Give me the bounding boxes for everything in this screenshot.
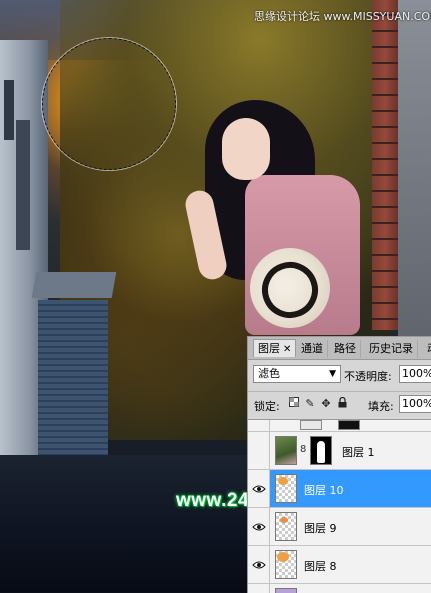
chevron-down-icon: ▼: [329, 369, 336, 379]
garage-door: [38, 300, 108, 460]
layer-visibility-toggle[interactable]: [248, 432, 270, 469]
close-icon[interactable]: ✕: [283, 344, 291, 355]
opacity-label: 不透明度:: [344, 370, 392, 383]
building-window: [4, 80, 14, 140]
watermark-top: 思缘设计论坛 www.MISSYUAN.COM: [254, 10, 431, 23]
panel-tabs: 图层✕ 通道 路径 历史记录 动: [248, 337, 431, 360]
link-icon[interactable]: 8: [300, 444, 306, 455]
mask-silhouette: [317, 441, 325, 463]
layer-thumbnail: [300, 420, 322, 430]
layer-thumbnail: [275, 474, 297, 503]
fill-input[interactable]: 100%: [399, 395, 431, 413]
layer-row[interactable]: 图层 9: [248, 508, 431, 546]
tab-channels[interactable]: 通道: [297, 340, 328, 358]
thumbnail-content: [277, 552, 289, 562]
thumbnail-content: [278, 477, 288, 485]
layer-row[interactable]: 图层 8: [248, 546, 431, 584]
girl-face: [222, 118, 270, 180]
layer-thumbnail: [275, 550, 297, 579]
side-wall: [398, 0, 431, 340]
lock-label: 锁定:: [254, 400, 280, 413]
eye-icon[interactable]: [248, 470, 270, 507]
tab-paths[interactable]: 路径: [330, 340, 361, 358]
brick-wall: [372, 0, 398, 330]
layer-row[interactable]: 8 图层 1: [248, 432, 431, 470]
building-window: [16, 120, 30, 250]
tab-history[interactable]: 历史记录: [365, 340, 418, 358]
tab-layers[interactable]: 图层 ✕: [253, 339, 297, 357]
elliptical-selection[interactable]: [42, 38, 176, 170]
layer-row-partial[interactable]: [248, 420, 431, 432]
layer-row-selected[interactable]: 图层 10: [248, 470, 431, 508]
garage-roof: [31, 272, 117, 298]
blend-row: 滤色 ▼ 不透明度: 100%: [248, 361, 431, 389]
thumbnail-content: [280, 517, 288, 523]
move-icon[interactable]: ✥: [320, 397, 332, 410]
eye-icon[interactable]: [248, 546, 270, 583]
tab-layers-label: 图层: [258, 342, 280, 355]
layers-panel: 图层✕ 通道 路径 历史记录 动 滤色 ▼ 不透明度: 100% 锁定: ✎ ✥…: [247, 336, 431, 593]
layer-name[interactable]: 图层 9: [304, 520, 337, 536]
layer-mask-thumbnail[interactable]: [310, 436, 332, 465]
layer-mask-thumbnail: [338, 420, 360, 430]
lock-transparent-icon[interactable]: [288, 397, 300, 410]
lock-icon[interactable]: [336, 396, 348, 410]
layers-list: 8 图层 1 图层 10 图层 9 图层 8: [248, 419, 431, 593]
lock-row: 锁定: ✎ ✥ 填充: 100%: [248, 391, 431, 418]
blend-mode-select[interactable]: 滤色 ▼: [253, 365, 341, 383]
tab-actions[interactable]: 动: [423, 340, 431, 358]
eye-icon[interactable]: [248, 508, 270, 545]
layer-thumbnail: [275, 436, 297, 465]
blend-mode-value: 滤色: [258, 367, 280, 380]
opacity-input[interactable]: 100%: [399, 365, 431, 383]
layer-name[interactable]: 图层 1: [342, 444, 375, 460]
fill-label: 填充:: [368, 400, 394, 413]
layer-thumbnail: [275, 512, 297, 541]
layer-thumbnail: [275, 588, 297, 593]
layer-name[interactable]: 图层 8: [304, 558, 337, 574]
layer-visibility[interactable]: [248, 420, 270, 431]
layer-name[interactable]: 图层 10: [304, 482, 344, 498]
brush-icon[interactable]: ✎: [304, 397, 316, 410]
